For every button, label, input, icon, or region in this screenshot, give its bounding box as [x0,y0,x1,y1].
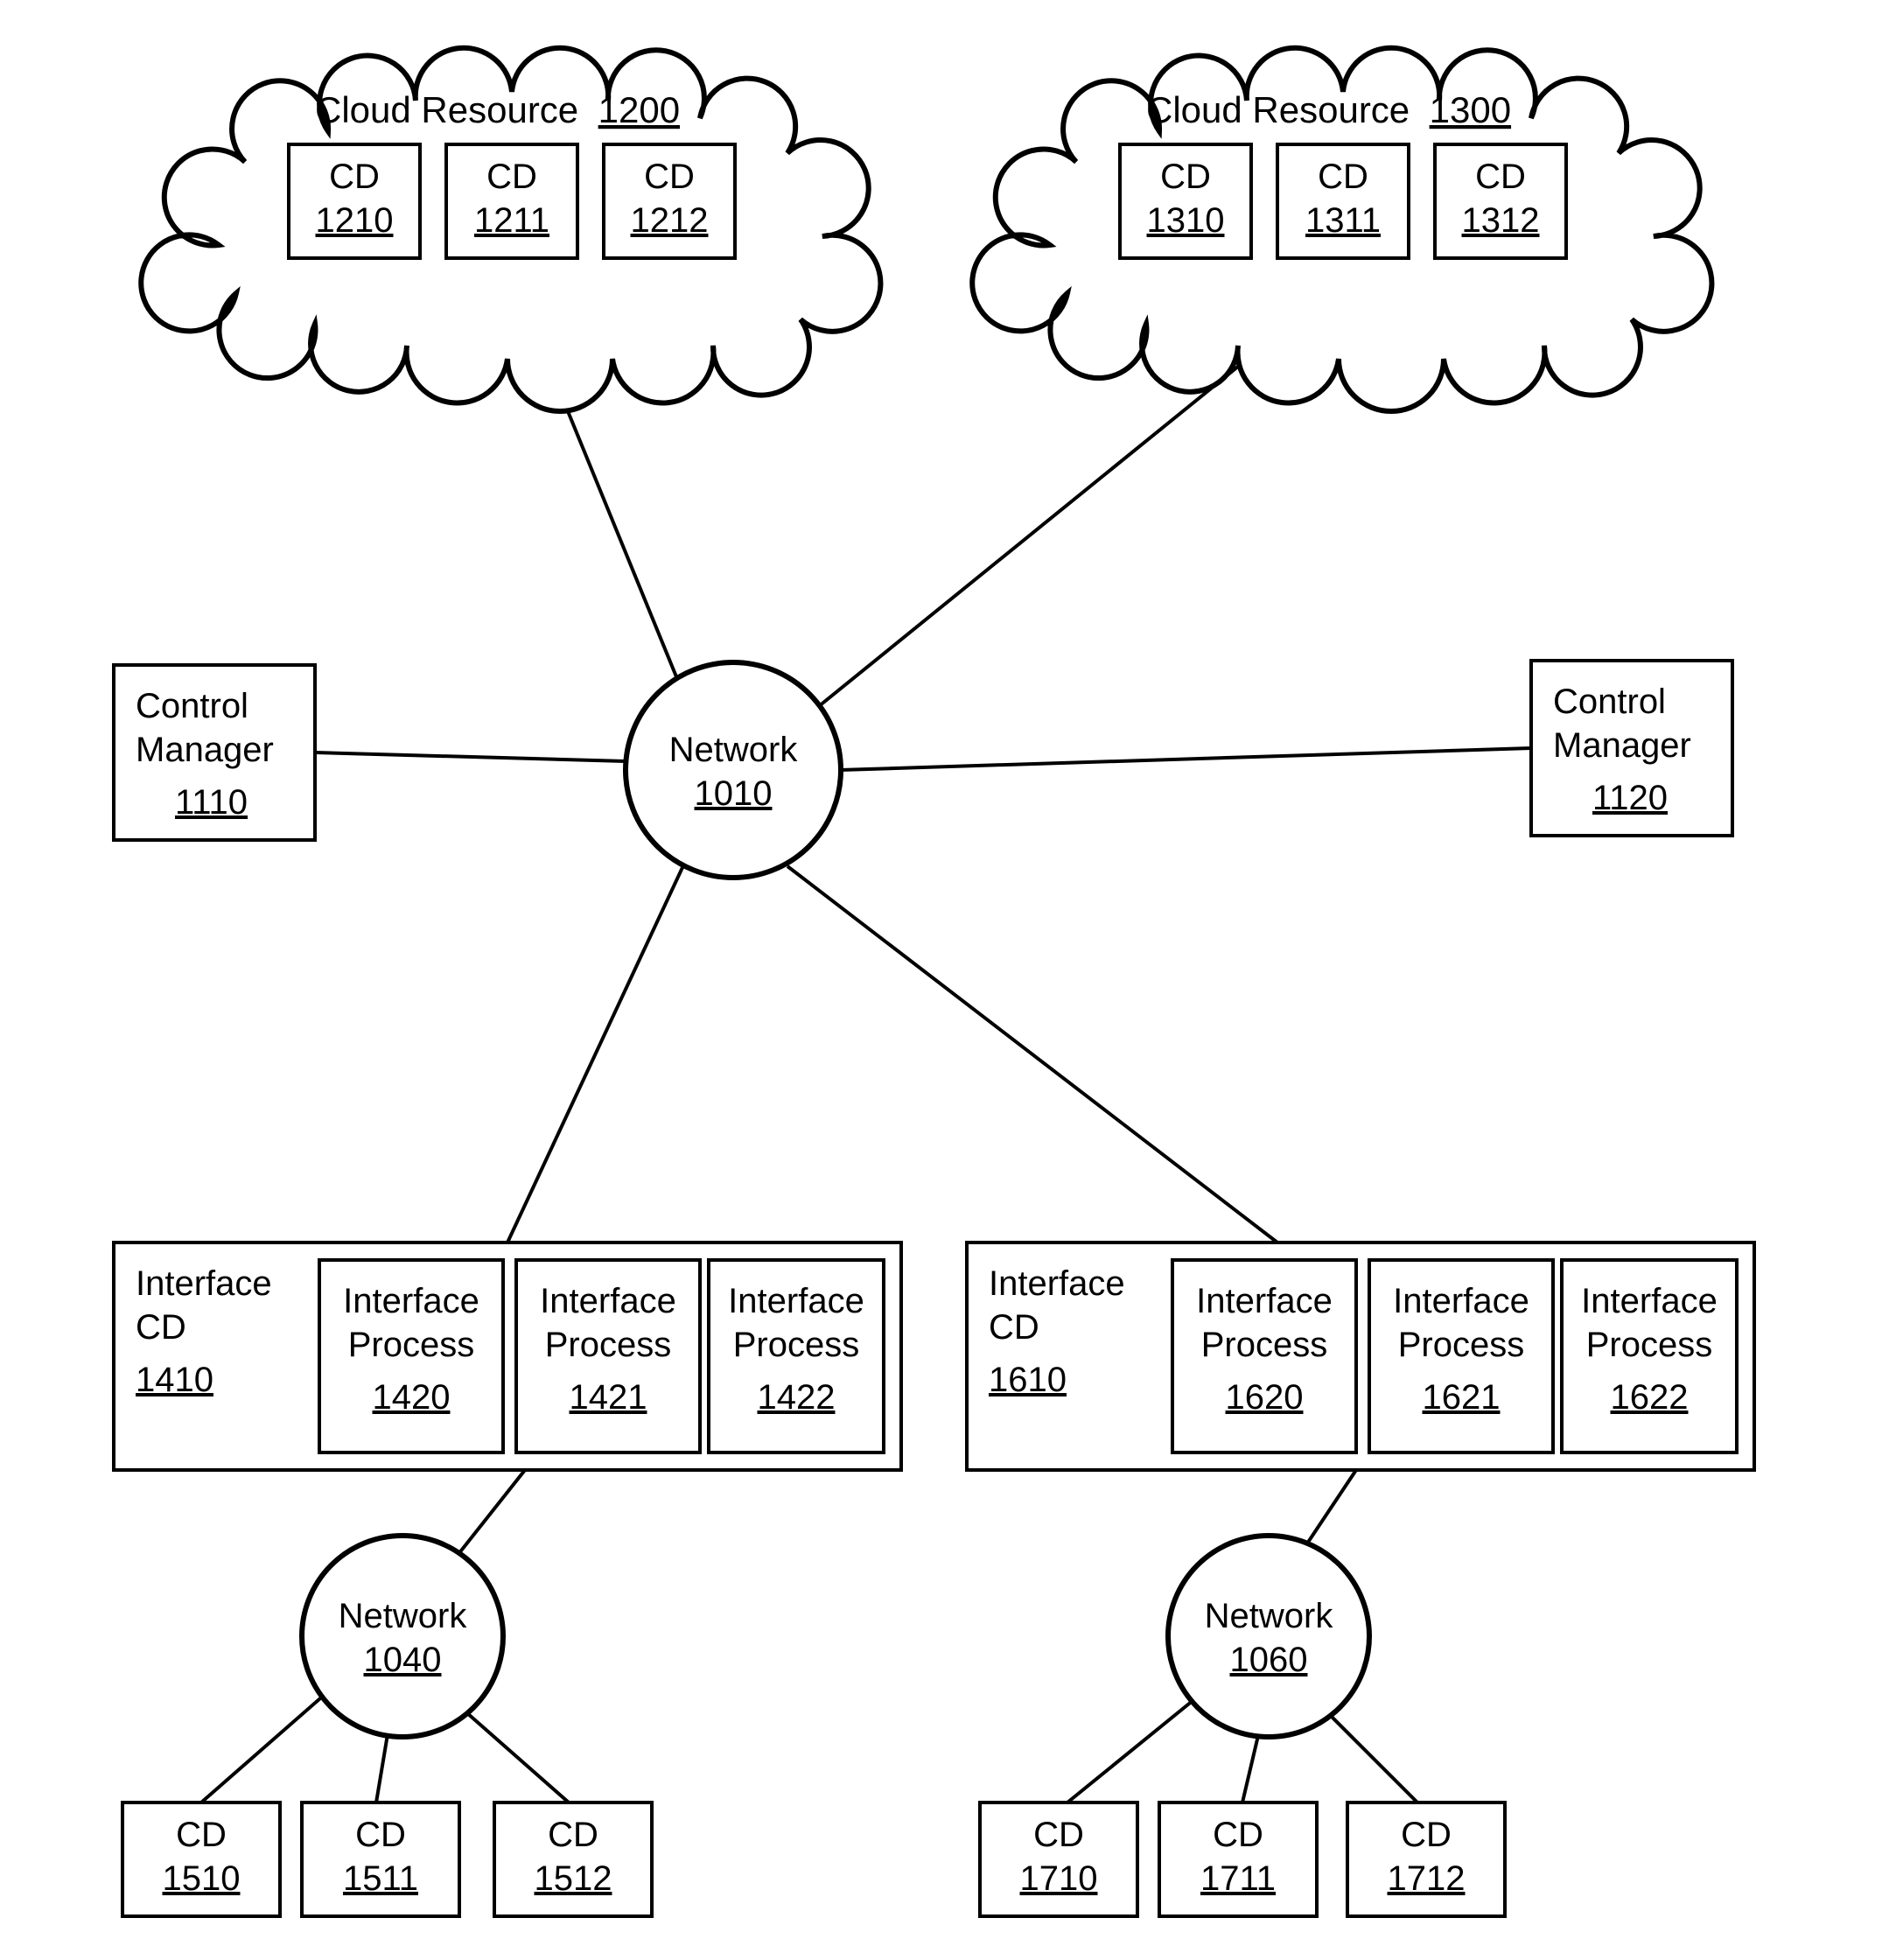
svg-text:Process: Process [545,1326,672,1364]
network-1040: Network 1040 [302,1536,503,1737]
cm-right-line1: Control [1553,682,1666,721]
iface-left-cd-id: 1410 [136,1361,213,1399]
cd-row-bottom-left: CD 1510 CD 1511 CD 1512 [122,1802,652,1916]
cd-1311-label: CD [1318,158,1368,196]
control-manager-1110: Control Manager 1110 [114,665,315,840]
cm-right-line2: Manager [1553,726,1691,765]
cd-1310-label: CD [1160,158,1211,196]
cloud-resource-1300: Cloud Resource 1300 CD 1310 CD 1311 CD 1… [972,48,1711,411]
cd-1311-id: 1311 [1305,201,1381,240]
cd-row-bottom-right: CD 1710 CD 1711 CD 1712 [980,1802,1505,1916]
edge-cmleft-network [315,752,626,761]
cm-left-line2: Manager [136,731,274,769]
network-diagram: Cloud Resource 1200 CD 1210 CD 1211 CD 1… [0,0,1896,1960]
network-1060: Network 1060 [1168,1536,1369,1737]
network-right-id: 1060 [1230,1641,1308,1679]
svg-text:1422: 1422 [758,1378,836,1417]
svg-text:1421: 1421 [570,1378,647,1417]
svg-text:Process: Process [1398,1326,1525,1364]
svg-text:Interface: Interface [343,1282,479,1320]
iface-left-cd-line1: Interface [136,1264,272,1303]
svg-text:1420: 1420 [373,1378,451,1417]
cd-1312-id: 1312 [1462,201,1540,240]
cloud2-title: Cloud Resource 1300 [1146,89,1511,130]
svg-text:1712: 1712 [1388,1859,1466,1898]
cd-1310-id: 1310 [1147,201,1225,240]
svg-text:Interface: Interface [728,1282,864,1320]
cd-1210-id: 1210 [316,201,394,240]
edge-netright-cd1712 [1321,1706,1417,1802]
svg-text:CD: CD [355,1816,406,1854]
svg-text:1510: 1510 [163,1859,241,1898]
edge-netright-cd1711 [1242,1728,1260,1802]
svg-text:Interface: Interface [1196,1282,1333,1320]
cd-1212-id: 1212 [631,201,709,240]
interface-group-right: Interface CD 1610 Interface Process 1620… [967,1242,1754,1470]
edge-cmright-network [840,748,1531,770]
cd-1210-label: CD [329,158,380,196]
network-left-label: Network [339,1597,468,1635]
cd-1211-id: 1211 [474,201,549,240]
network-main-label: Network [669,731,799,769]
cm-right-id: 1120 [1592,779,1668,817]
cd-1212-label: CD [644,158,695,196]
iface-left-cd-line2: CD [136,1308,186,1347]
cm-left-id: 1110 [175,783,248,822]
svg-text:Process: Process [1201,1326,1328,1364]
cloud1-title: Cloud Resource 1200 [315,89,680,130]
svg-text:CD: CD [548,1816,598,1854]
cd-1211-label: CD [486,158,537,196]
svg-text:1710: 1710 [1020,1859,1098,1898]
network-1010: Network 1010 [626,662,841,878]
cm-left-line1: Control [136,687,248,725]
svg-text:1622: 1622 [1611,1378,1689,1417]
iface-right-cd-line1: Interface [989,1264,1125,1303]
svg-text:CD: CD [1033,1816,1084,1854]
iface-right-cd-line2: CD [989,1308,1039,1347]
svg-text:CD: CD [176,1816,227,1854]
network-main-id: 1010 [695,774,773,813]
control-manager-1120: Control Manager 1120 [1531,661,1732,836]
edge-netleft-cd1512 [459,1706,569,1802]
svg-text:Process: Process [1586,1326,1713,1364]
svg-text:1512: 1512 [535,1859,612,1898]
svg-text:Process: Process [733,1326,860,1364]
svg-text:Interface: Interface [1393,1282,1529,1320]
svg-text:1620: 1620 [1226,1378,1304,1417]
svg-text:1711: 1711 [1200,1859,1276,1898]
edge-netmain-ifaceleft [507,849,691,1242]
edge-netright-cd1710 [1067,1689,1207,1802]
svg-text:Interface: Interface [540,1282,676,1320]
svg-text:CD: CD [1401,1816,1452,1854]
network-right-label: Network [1205,1597,1334,1635]
cloud-resource-1200: Cloud Resource 1200 CD 1210 CD 1211 CD 1… [141,48,880,411]
cd-1312-label: CD [1475,158,1526,196]
svg-text:Process: Process [348,1326,475,1364]
iface-right-cd-id: 1610 [989,1361,1067,1399]
interface-group-left: Interface CD 1410 Interface Process 1420… [114,1242,901,1470]
edge-netmain-ifaceright [787,866,1277,1242]
svg-text:Interface: Interface [1581,1282,1718,1320]
svg-text:1511: 1511 [343,1859,418,1898]
edge-cloud2-network [805,306,1312,718]
network-left-id: 1040 [364,1641,442,1679]
svg-text:CD: CD [1213,1816,1263,1854]
svg-text:1621: 1621 [1423,1378,1501,1417]
